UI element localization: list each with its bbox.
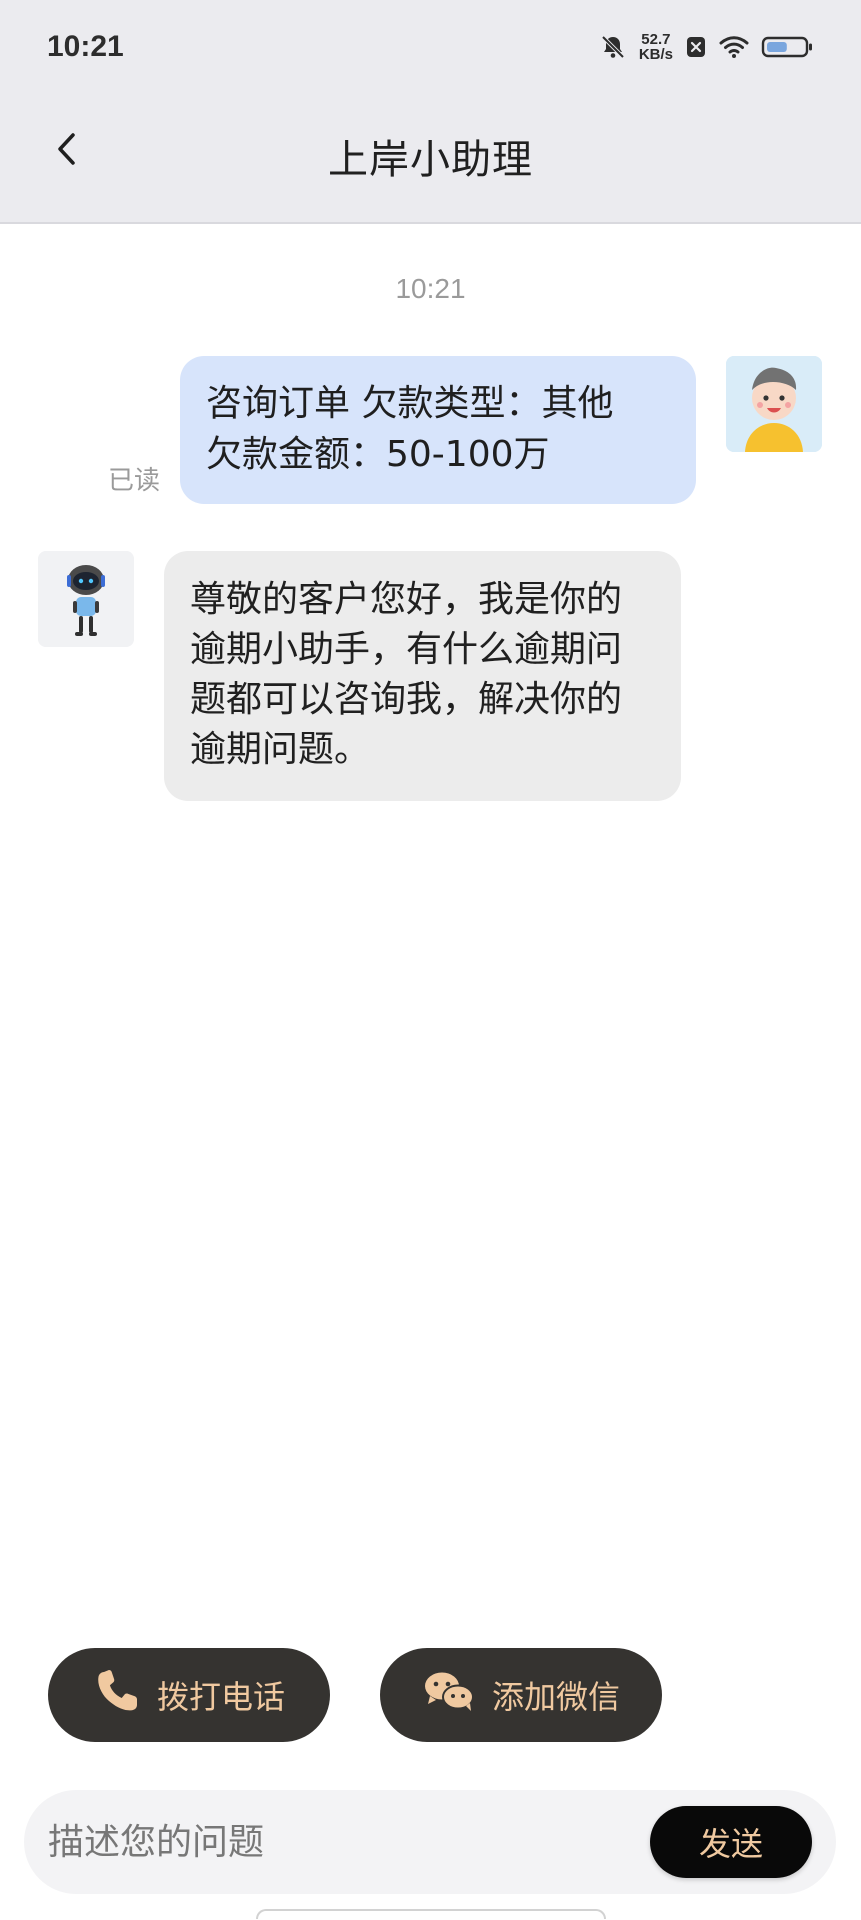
robot-avatar-icon[interactable]	[38, 551, 134, 647]
status-time: 10:21	[47, 30, 124, 63]
send-button[interactable]: 发送	[650, 1806, 812, 1878]
call-button[interactable]: 拨打电话	[48, 1648, 330, 1742]
top-bar: 10:21 52.7 KB/s 上岸小助理	[0, 0, 861, 224]
network-speed-value: 52.7	[641, 31, 671, 48]
home-indicator	[256, 1909, 606, 1919]
message-input[interactable]	[48, 1790, 648, 1894]
status-icons: 52.7 KB/s	[599, 32, 815, 62]
read-status: 已读	[108, 466, 161, 496]
bell-muted-icon	[599, 33, 627, 61]
user-message-bubble: 咨询订单 欠款类型：其他 欠款金额：50-100万	[180, 356, 696, 504]
user-message-line: 欠款金额：50-100万	[206, 434, 550, 475]
sim-blocked-icon	[685, 35, 707, 59]
battery-icon	[761, 35, 815, 59]
add-wechat-button[interactable]: 添加微信	[380, 1648, 662, 1742]
chat-timestamp: 10:21	[395, 273, 466, 304]
assistant-message-line: 尊敬的客户您好，我是你的	[190, 579, 623, 620]
add-wechat-button-label: 添加微信	[491, 1678, 620, 1716]
user-message-line: 咨询订单 欠款类型：其他	[206, 383, 614, 424]
network-speed-unit: KB/s	[638, 46, 673, 63]
user-avatar-icon[interactable]	[726, 356, 822, 452]
phone-icon	[93, 1667, 141, 1723]
chat-page: 10:21 52.7 KB/s 上岸小助理 10:21 已读 咨询订单 欠款类型…	[0, 0, 861, 1920]
assistant-message-line: 逾期问题。	[190, 729, 371, 770]
assistant-message-bubble: 尊敬的客户您好，我是你的 逾期小助手，有什么逾期问 题都可以咨询我，解决你的 逾…	[164, 551, 681, 801]
assistant-message-line: 题都可以咨询我，解决你的	[190, 679, 623, 720]
call-button-label: 拨打电话	[156, 1678, 285, 1716]
message-composer: 发送	[24, 1790, 836, 1894]
page-title: 上岸小助理	[328, 137, 533, 183]
wifi-icon	[719, 35, 749, 59]
assistant-message-line: 逾期小助手，有什么逾期问	[190, 629, 623, 670]
network-speed: 52.7 KB/s	[639, 32, 673, 62]
wechat-icon	[422, 1669, 476, 1721]
